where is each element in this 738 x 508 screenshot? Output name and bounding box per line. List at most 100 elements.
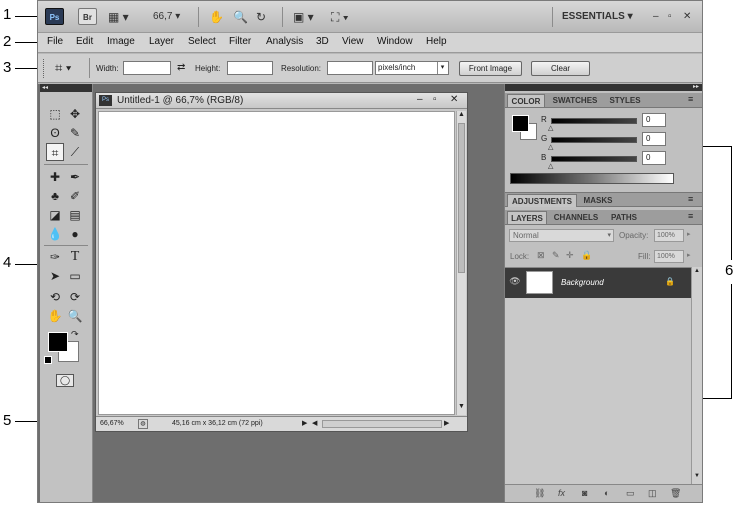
- document-maximize-icon[interactable]: ▫: [433, 94, 437, 105]
- r-channel-thumb[interactable]: △: [548, 124, 553, 132]
- lock-transparency-icon[interactable]: ⊠: [537, 250, 545, 261]
- fill-field[interactable]: 100%: [654, 250, 684, 263]
- zoom-tool-icon[interactable]: 🔍: [66, 307, 84, 325]
- delete-layer-icon[interactable]: 🗑: [670, 488, 681, 499]
- b-channel-slider[interactable]: [551, 156, 637, 162]
- lock-pixels-icon[interactable]: ✎: [552, 250, 560, 261]
- pen-tool-icon[interactable]: ✑: [46, 248, 64, 266]
- horizontal-scrollbar[interactable]: [322, 420, 442, 428]
- color-foreground-swatch[interactable]: [512, 115, 529, 132]
- visibility-eye-icon[interactable]: 👁: [508, 276, 522, 290]
- resolution-field[interactable]: [327, 61, 373, 75]
- path-selection-tool-icon[interactable]: ➤: [46, 267, 64, 285]
- arrange-documents-button[interactable]: ▣ ▾: [293, 9, 314, 25]
- lock-all-icon[interactable]: 🔒: [581, 250, 592, 261]
- menu-window[interactable]: Window: [377, 36, 413, 47]
- document-close-icon[interactable]: ✕: [450, 94, 458, 105]
- document-minimize-icon[interactable]: –: [417, 94, 423, 105]
- link-layers-icon[interactable]: ⛓: [534, 488, 545, 499]
- marquee-tool-icon[interactable]: ⬚: [46, 105, 64, 123]
- scroll-up-arrow[interactable]: ▲: [694, 268, 700, 274]
- scroll-up-arrow[interactable]: ▲: [458, 111, 465, 118]
- canvas[interactable]: [98, 111, 455, 415]
- width-field[interactable]: [123, 61, 171, 75]
- close-icon[interactable]: ✕: [683, 9, 691, 25]
- lock-position-icon[interactable]: ✛: [566, 250, 574, 261]
- screen-mode-button[interactable]: ⛶ ▾: [331, 9, 349, 25]
- foreground-color-swatch[interactable]: [48, 332, 68, 352]
- tab-swatches[interactable]: SWATCHES: [548, 94, 602, 107]
- hand-tool-icon[interactable]: ✋: [46, 307, 64, 325]
- adjustment-layer-icon[interactable]: ◐: [604, 488, 609, 498]
- new-layer-icon[interactable]: ◫: [648, 488, 657, 499]
- quick-selection-tool-icon[interactable]: ✎: [66, 124, 84, 142]
- crop-tool-icon[interactable]: ⌗: [46, 143, 64, 161]
- hand-tool-icon[interactable]: ✋: [209, 9, 224, 25]
- add-mask-icon[interactable]: ◙: [582, 488, 587, 498]
- eyedropper-tool-icon[interactable]: ⟋: [66, 143, 84, 161]
- bridge-button[interactable]: Br: [78, 8, 97, 25]
- scroll-thumb[interactable]: [458, 123, 465, 273]
- tab-adjustments[interactable]: ADJUSTMENTS: [507, 194, 577, 207]
- menu-help[interactable]: Help: [426, 36, 447, 47]
- menu-edit[interactable]: Edit: [76, 36, 93, 47]
- brush-tool-icon[interactable]: ✒: [66, 168, 84, 186]
- g-channel-slider[interactable]: [551, 137, 637, 143]
- dodge-tool-icon[interactable]: ●: [66, 225, 84, 243]
- rotate-view-icon[interactable]: ↻: [256, 9, 266, 25]
- view-extras-button[interactable]: ▦ ▾: [108, 9, 129, 25]
- maximize-icon[interactable]: ▫: [668, 9, 672, 25]
- layer-row-background[interactable]: 👁 Background 🔒: [505, 268, 691, 298]
- tab-color[interactable]: COLOR: [507, 94, 545, 107]
- front-image-button[interactable]: Front Image: [459, 61, 522, 76]
- blur-tool-icon[interactable]: 💧: [46, 225, 64, 243]
- tab-layers[interactable]: LAYERS: [507, 211, 547, 224]
- tab-styles[interactable]: STYLES: [605, 94, 645, 107]
- clone-stamp-tool-icon[interactable]: ♣: [46, 187, 64, 205]
- status-arrow-icon[interactable]: ▶: [302, 419, 307, 427]
- resolution-units-select[interactable]: pixels/inch ▾: [375, 61, 449, 75]
- 3d-orbit-tool-icon[interactable]: ⟳: [66, 288, 84, 306]
- b-channel-value[interactable]: 0: [642, 151, 666, 165]
- g-channel-thumb[interactable]: △: [548, 143, 553, 151]
- shape-tool-icon[interactable]: ▭: [66, 267, 84, 285]
- menu-view[interactable]: View: [342, 36, 364, 47]
- minimize-icon[interactable]: –: [653, 9, 659, 25]
- ps-logo[interactable]: Ps: [45, 8, 64, 25]
- gradient-tool-icon[interactable]: ▤: [66, 206, 84, 224]
- menu-analysis[interactable]: Analysis: [266, 36, 303, 47]
- type-tool-icon[interactable]: T: [66, 248, 84, 266]
- menu-file[interactable]: File: [47, 36, 63, 47]
- r-channel-value[interactable]: 0: [642, 113, 666, 127]
- workspace-switcher[interactable]: ESSENTIALS ▾: [562, 9, 633, 25]
- zoom-tool-icon[interactable]: 🔍: [233, 9, 248, 25]
- tab-paths[interactable]: PATHS: [605, 211, 643, 224]
- g-channel-value[interactable]: 0: [642, 132, 666, 146]
- opacity-arrow-icon[interactable]: ▸: [687, 230, 691, 238]
- status-zoom[interactable]: 66,67%: [100, 420, 124, 427]
- menu-filter[interactable]: Filter: [229, 36, 251, 47]
- lasso-tool-icon[interactable]: ʘ: [46, 124, 64, 142]
- crop-tool-preset-icon[interactable]: ⌗ ▾: [55, 60, 71, 76]
- r-channel-slider[interactable]: [551, 118, 637, 124]
- clear-button[interactable]: Clear: [531, 61, 590, 76]
- color-spectrum-ramp[interactable]: [510, 173, 674, 184]
- scroll-down-arrow[interactable]: ▼: [694, 473, 700, 479]
- height-field[interactable]: [227, 61, 273, 75]
- vertical-scrollbar[interactable]: ▲ ▼: [456, 111, 466, 415]
- menu-layer[interactable]: Layer: [149, 36, 174, 47]
- default-colors-icon[interactable]: [44, 356, 52, 364]
- new-group-icon[interactable]: ▭: [626, 488, 635, 499]
- swap-colors-icon[interactable]: ↷: [71, 329, 79, 340]
- swap-dimensions-icon[interactable]: ⇄: [177, 62, 185, 73]
- horizontal-scroll-left-arrow[interactable]: ◀: [312, 419, 317, 427]
- zoom-level-dropdown[interactable]: 66,7 ▾: [153, 9, 180, 25]
- fill-arrow-icon[interactable]: ▸: [687, 251, 691, 259]
- tab-masks[interactable]: MASKS: [580, 194, 616, 207]
- panel-menu-icon[interactable]: ≡: [688, 94, 693, 104]
- move-tool-icon[interactable]: ✥: [66, 105, 84, 123]
- horizontal-scroll-right-arrow[interactable]: ▶: [444, 419, 449, 427]
- tab-channels[interactable]: CHANNELS: [550, 211, 602, 224]
- history-brush-tool-icon[interactable]: ✐: [66, 187, 84, 205]
- layers-scrollbar[interactable]: ▲ ▼: [691, 267, 702, 484]
